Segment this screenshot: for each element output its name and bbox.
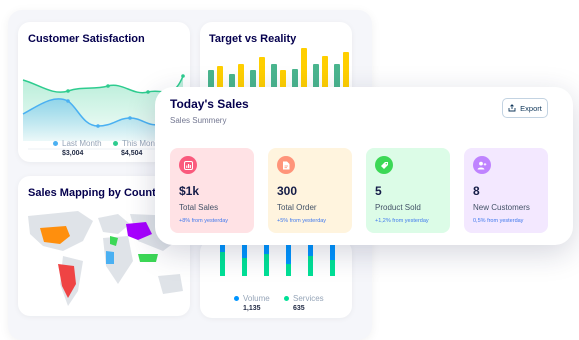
legend-last-month: Last Month [53, 139, 102, 148]
stat-card-new-customers: 8 New Customers 0,5% from yesterday [464, 148, 548, 233]
this-month-value: $4,504 [121, 150, 143, 157]
new-customers-change: 0,5% from yesterday [473, 218, 524, 224]
volume-value: 1,135 [243, 305, 261, 312]
legend-last-month-label: Last Month [62, 139, 102, 148]
stat-card-product-sold: 5 Product Sold +1,2% from yesterday [366, 148, 450, 233]
legend-volume: Volume [234, 294, 270, 303]
volume-services-chart [220, 244, 335, 276]
total-sales-label: Total Sales [179, 203, 219, 212]
this-month-marker [113, 141, 118, 147]
volume-marker [234, 296, 239, 302]
services-marker [284, 296, 289, 302]
legend-services: Services [284, 294, 324, 303]
total-order-label: Total Order [277, 203, 317, 212]
legend-services-label: Services [293, 294, 324, 303]
total-order-change: +5% from yesterday [277, 218, 327, 224]
product-sold-change: +1,2% from yesterday [375, 218, 429, 224]
export-label: Export [520, 103, 542, 113]
total-sales-change: +8% from yesterday [179, 218, 229, 224]
todays-sales-subtitle: Sales Summery [170, 116, 227, 125]
stat-card-total-sales: $1k Total Sales +8% from yesterday [170, 148, 254, 233]
add-user-icon [473, 156, 491, 174]
legend-volume-label: Volume [243, 294, 270, 303]
product-sold-value: 5 [375, 184, 382, 198]
last-month-marker [53, 141, 58, 147]
new-customers-value: 8 [473, 184, 480, 198]
services-bars [220, 244, 335, 276]
todays-sales-panel: Today's Sales Sales Summery Export $1k T… [155, 87, 573, 245]
product-sold-label: Product Sold [375, 203, 421, 212]
total-order-value: 300 [277, 184, 298, 198]
tag-icon [375, 156, 393, 174]
new-customers-label: New Customers [473, 203, 530, 212]
todays-sales-title: Today's Sales [170, 97, 249, 111]
export-button[interactable]: Export [502, 98, 548, 118]
volume-bars [220, 244, 335, 264]
export-icon [508, 104, 516, 112]
india-region [106, 251, 114, 264]
sales-mapping-title: Sales Mapping by Country [28, 187, 167, 199]
volume-services-card: Volume 1,135 Services 635 [200, 240, 352, 318]
document-icon [277, 156, 295, 174]
total-sales-value: $1k [179, 184, 200, 198]
bar-chart-icon [179, 156, 197, 174]
last-month-value: $3,004 [62, 150, 84, 157]
stat-card-total-order: 300 Total Order +5% from yesterday [268, 148, 352, 233]
indonesia-region [138, 254, 158, 262]
customer-satisfaction-title: Customer Satisfaction [28, 33, 145, 45]
services-value: 635 [293, 305, 305, 312]
